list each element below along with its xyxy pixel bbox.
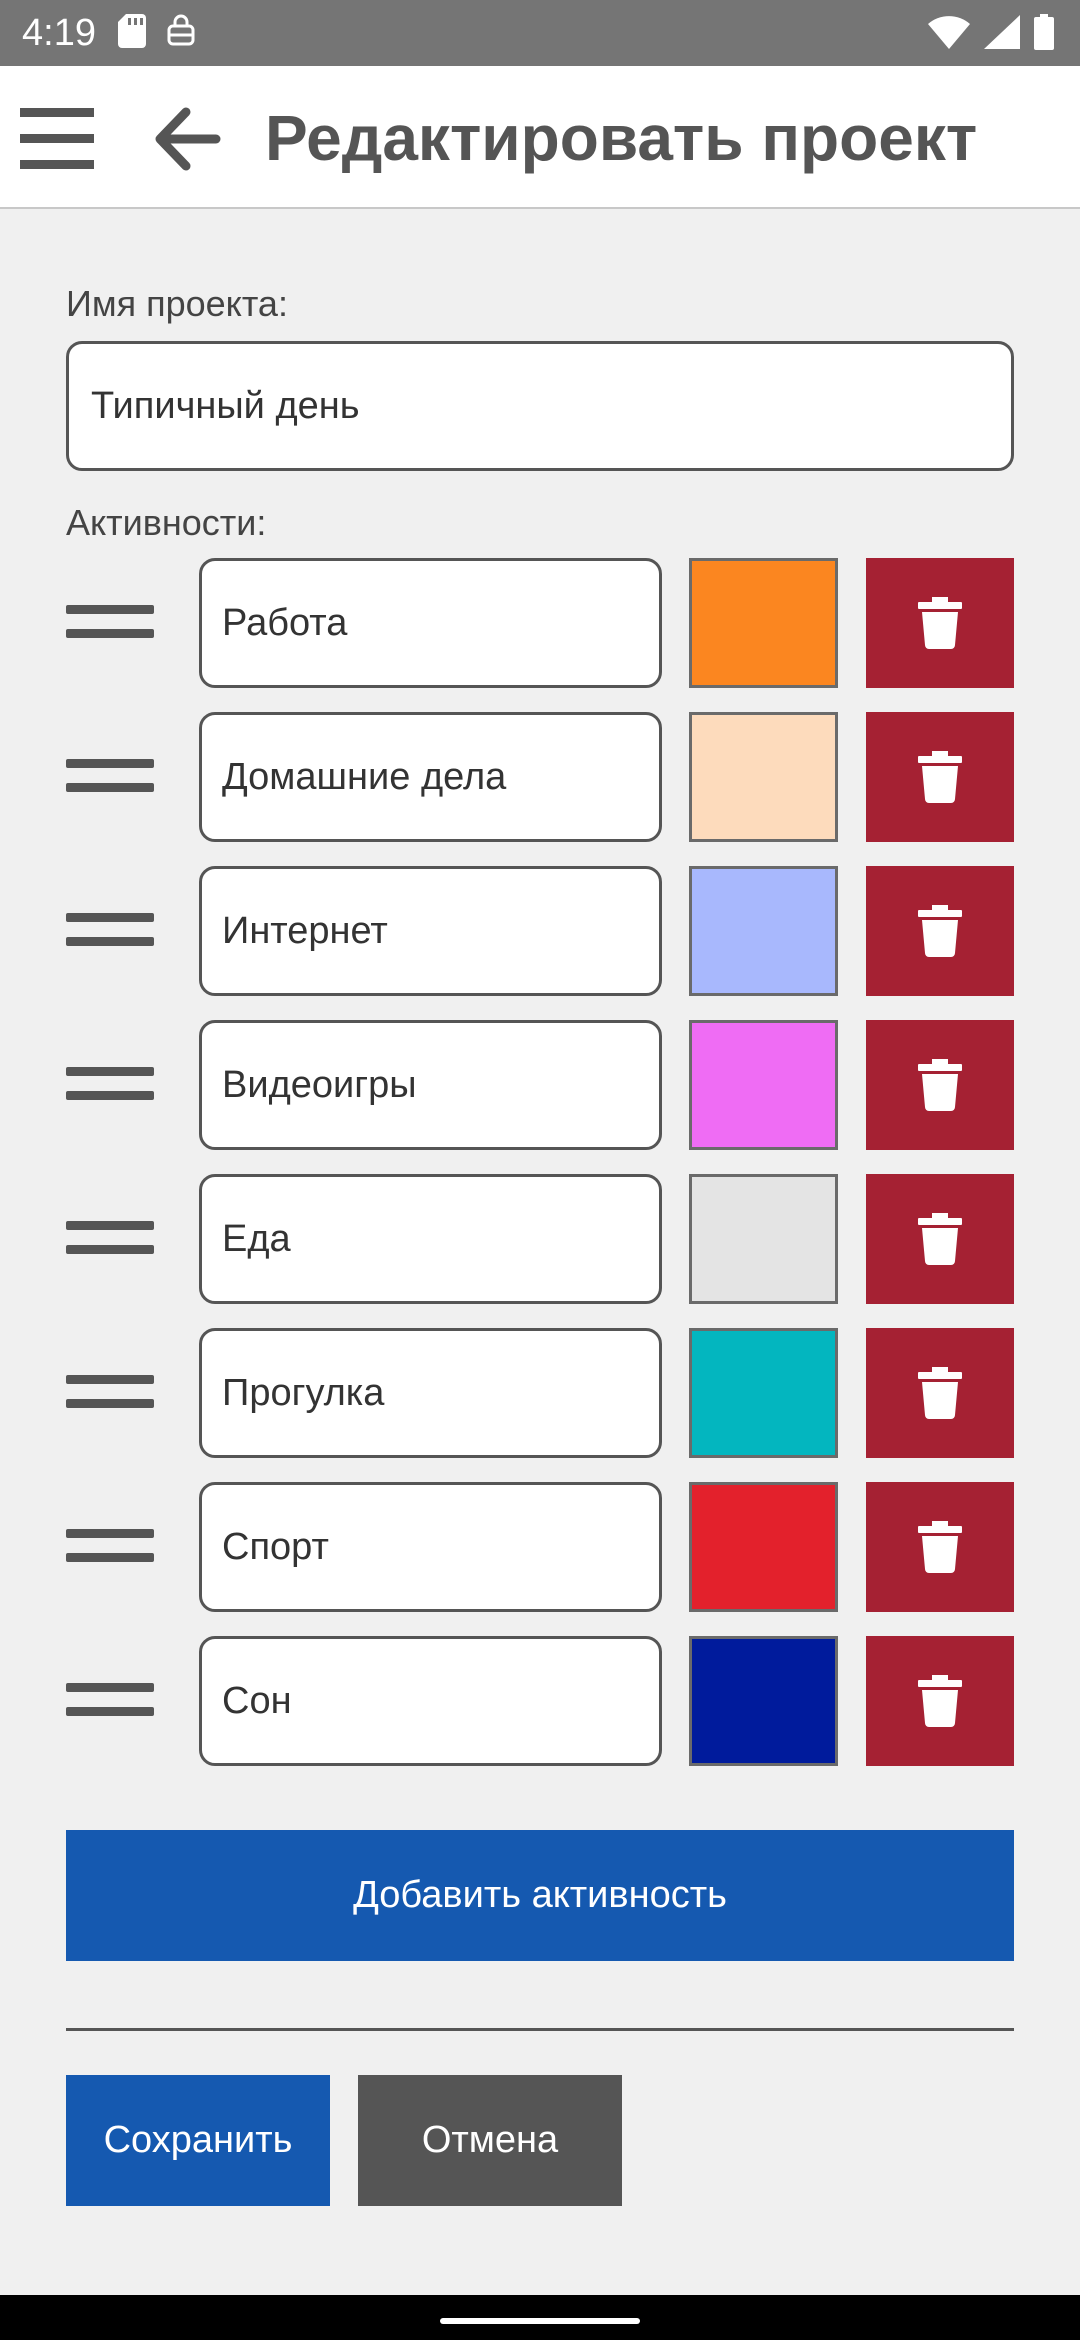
activity-color-swatch[interactable] (689, 558, 838, 688)
save-button[interactable]: Сохранить (66, 2075, 330, 2206)
activities-label: Активности: (66, 502, 267, 543)
app-bar: Редактировать проект (0, 66, 1080, 209)
activity-row: Спорт (0, 1482, 1080, 1612)
drag-handle-icon[interactable] (66, 1375, 154, 1411)
delete-activity-button[interactable] (866, 866, 1014, 996)
battery-icon (1034, 14, 1054, 50)
delete-activity-button[interactable] (866, 558, 1014, 688)
activity-row: Домашние дела (0, 712, 1080, 842)
trash-icon (918, 905, 962, 957)
activity-color-swatch[interactable] (689, 1174, 838, 1304)
delete-activity-button[interactable] (866, 712, 1014, 842)
project-name-input[interactable]: Типичный день (66, 341, 1014, 471)
trash-icon (918, 597, 962, 649)
drag-handle-icon[interactable] (66, 1683, 154, 1719)
trash-icon (918, 1521, 962, 1573)
activity-name-input[interactable]: Еда (199, 1174, 662, 1304)
delete-activity-button[interactable] (866, 1482, 1014, 1612)
drag-handle-icon[interactable] (66, 913, 154, 949)
back-button[interactable] (152, 104, 222, 174)
wifi-icon (928, 16, 970, 49)
sd-card-icon (118, 14, 146, 48)
divider (66, 2028, 1014, 2031)
delete-activity-button[interactable] (866, 1328, 1014, 1458)
activity-row: Сон (0, 1636, 1080, 1766)
trash-icon (918, 751, 962, 803)
activity-color-swatch[interactable] (689, 1636, 838, 1766)
delete-activity-button[interactable] (866, 1020, 1014, 1150)
activity-color-swatch[interactable] (689, 1482, 838, 1612)
drag-handle-icon[interactable] (66, 759, 154, 795)
drag-handle-icon[interactable] (66, 1529, 154, 1565)
activity-name-input[interactable]: Домашние дела (199, 712, 662, 842)
activity-row: Интернет (0, 866, 1080, 996)
activity-row: Видеоигры (0, 1020, 1080, 1150)
activity-name-input[interactable]: Сон (199, 1636, 662, 1766)
status-time: 4:19 (22, 12, 96, 54)
drag-handle-icon[interactable] (66, 605, 154, 641)
activity-color-swatch[interactable] (689, 866, 838, 996)
activity-name-input[interactable]: Работа (199, 558, 662, 688)
arrow-left-icon (155, 107, 221, 171)
trash-icon (918, 1367, 962, 1419)
activity-row: Еда (0, 1174, 1080, 1304)
activity-row: Работа (0, 558, 1080, 688)
add-activity-button[interactable]: Добавить активность (66, 1830, 1014, 1961)
page-title: Редактировать проект (265, 102, 978, 174)
menu-button[interactable] (20, 106, 96, 172)
activity-color-swatch[interactable] (689, 1020, 838, 1150)
cancel-button[interactable]: Отмена (358, 2075, 622, 2206)
trash-icon (918, 1059, 962, 1111)
signal-icon (984, 15, 1020, 49)
status-left-icons (118, 14, 196, 48)
activity-name-input[interactable]: Прогулка (199, 1328, 662, 1458)
activity-color-swatch[interactable] (689, 1328, 838, 1458)
delete-activity-button[interactable] (866, 1636, 1014, 1766)
delete-activity-button[interactable] (866, 1174, 1014, 1304)
activity-color-swatch[interactable] (689, 712, 838, 842)
trash-icon (918, 1213, 962, 1265)
activity-name-input[interactable]: Видеоигры (199, 1020, 662, 1150)
project-name-label: Имя проекта: (66, 283, 288, 324)
drag-handle-icon[interactable] (66, 1221, 154, 1257)
activity-name-input[interactable]: Спорт (199, 1482, 662, 1612)
drag-handle-icon[interactable] (66, 1067, 154, 1103)
vpn-key-icon (167, 14, 195, 46)
trash-icon (918, 1675, 962, 1727)
hamburger-menu-icon (20, 108, 94, 169)
status-bar: 4:19 (0, 0, 1080, 66)
status-right-icons (928, 14, 1054, 50)
activity-row: Прогулка (0, 1328, 1080, 1458)
activity-name-input[interactable]: Интернет (199, 866, 662, 996)
home-indicator[interactable] (440, 2318, 640, 2324)
